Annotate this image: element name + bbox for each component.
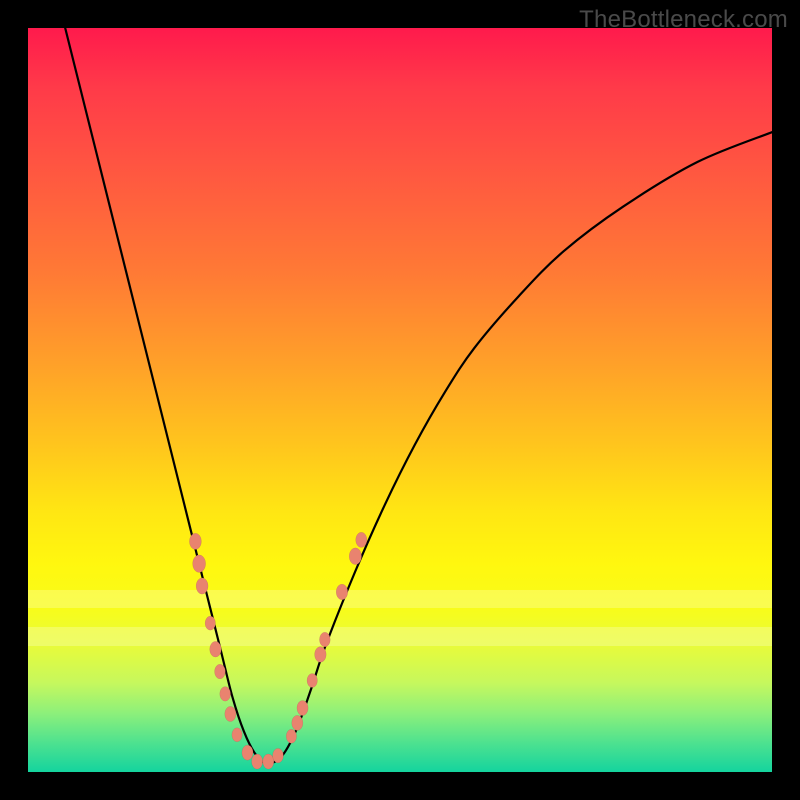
- highlight-marker: [349, 548, 361, 565]
- plot-area: [28, 28, 772, 772]
- bottleneck-curve: [65, 28, 772, 763]
- watermark-text: TheBottleneck.com: [579, 6, 788, 34]
- chart-stage: TheBottleneck.com: [0, 0, 800, 800]
- highlight-marker: [286, 729, 296, 743]
- highlight-marker: [220, 687, 231, 702]
- highlight-marker: [273, 748, 284, 763]
- highlight-marker: [232, 728, 242, 742]
- highlight-marker: [263, 754, 274, 769]
- highlight-marker: [297, 700, 308, 715]
- highlight-marker: [205, 616, 215, 630]
- highlight-points: [189, 532, 367, 769]
- chart-svg: [28, 28, 772, 772]
- highlight-marker: [189, 533, 201, 549]
- highlight-marker: [307, 673, 317, 687]
- highlight-marker: [252, 754, 263, 769]
- highlight-marker: [210, 641, 222, 657]
- highlight-marker: [225, 706, 236, 721]
- highlight-marker: [356, 532, 367, 547]
- highlight-marker: [315, 647, 327, 663]
- highlight-marker: [193, 555, 206, 573]
- highlight-marker: [336, 584, 348, 600]
- highlight-marker: [242, 745, 253, 760]
- highlight-marker: [196, 578, 208, 594]
- highlight-marker: [215, 664, 226, 679]
- highlight-marker: [319, 632, 330, 647]
- highlight-marker: [292, 715, 303, 730]
